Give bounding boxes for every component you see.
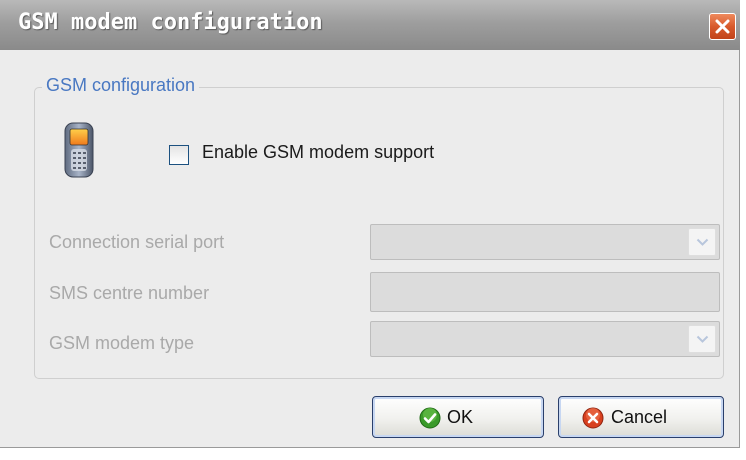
- window-title: GSM modem configuration: [18, 10, 323, 35]
- serial-port-dropdown-button[interactable]: [688, 228, 716, 256]
- sms-centre-label: SMS centre number: [49, 283, 210, 303]
- close-button[interactable]: [709, 13, 736, 40]
- green-check-icon: [419, 407, 441, 429]
- close-icon: [715, 19, 730, 34]
- serial-port-dropdown[interactable]: [370, 224, 720, 260]
- modem-type-label: GSM modem type: [49, 333, 195, 353]
- ok-button[interactable]: OK: [372, 396, 544, 438]
- serial-port-label: Connection serial port: [49, 232, 225, 252]
- gsm-modem-dialog: GSM modem configuration GSM configuratio…: [0, 0, 740, 448]
- cancel-button[interactable]: Cancel: [558, 396, 724, 438]
- modem-type-dropdown-button[interactable]: [688, 325, 716, 353]
- red-x-icon: [582, 407, 604, 429]
- chevron-down-icon: [696, 238, 709, 246]
- group-title: GSM configuration: [42, 75, 200, 96]
- cancel-button-label[interactable]: Cancel: [611, 407, 667, 428]
- sms-centre-input[interactable]: [370, 272, 720, 312]
- chevron-down-icon: [696, 335, 709, 343]
- modem-type-dropdown[interactable]: [370, 321, 720, 357]
- dialog-body: GSM configuration Enable GSM modem suppo…: [4, 50, 736, 444]
- enable-gsm-checkbox[interactable]: [169, 145, 189, 165]
- mobile-phone-icon: [64, 122, 94, 178]
- title-bar[interactable]: GSM modem configuration: [0, 0, 740, 50]
- enable-gsm-label[interactable]: Enable GSM modem support: [202, 142, 434, 163]
- ok-button-label[interactable]: OK: [447, 407, 473, 428]
